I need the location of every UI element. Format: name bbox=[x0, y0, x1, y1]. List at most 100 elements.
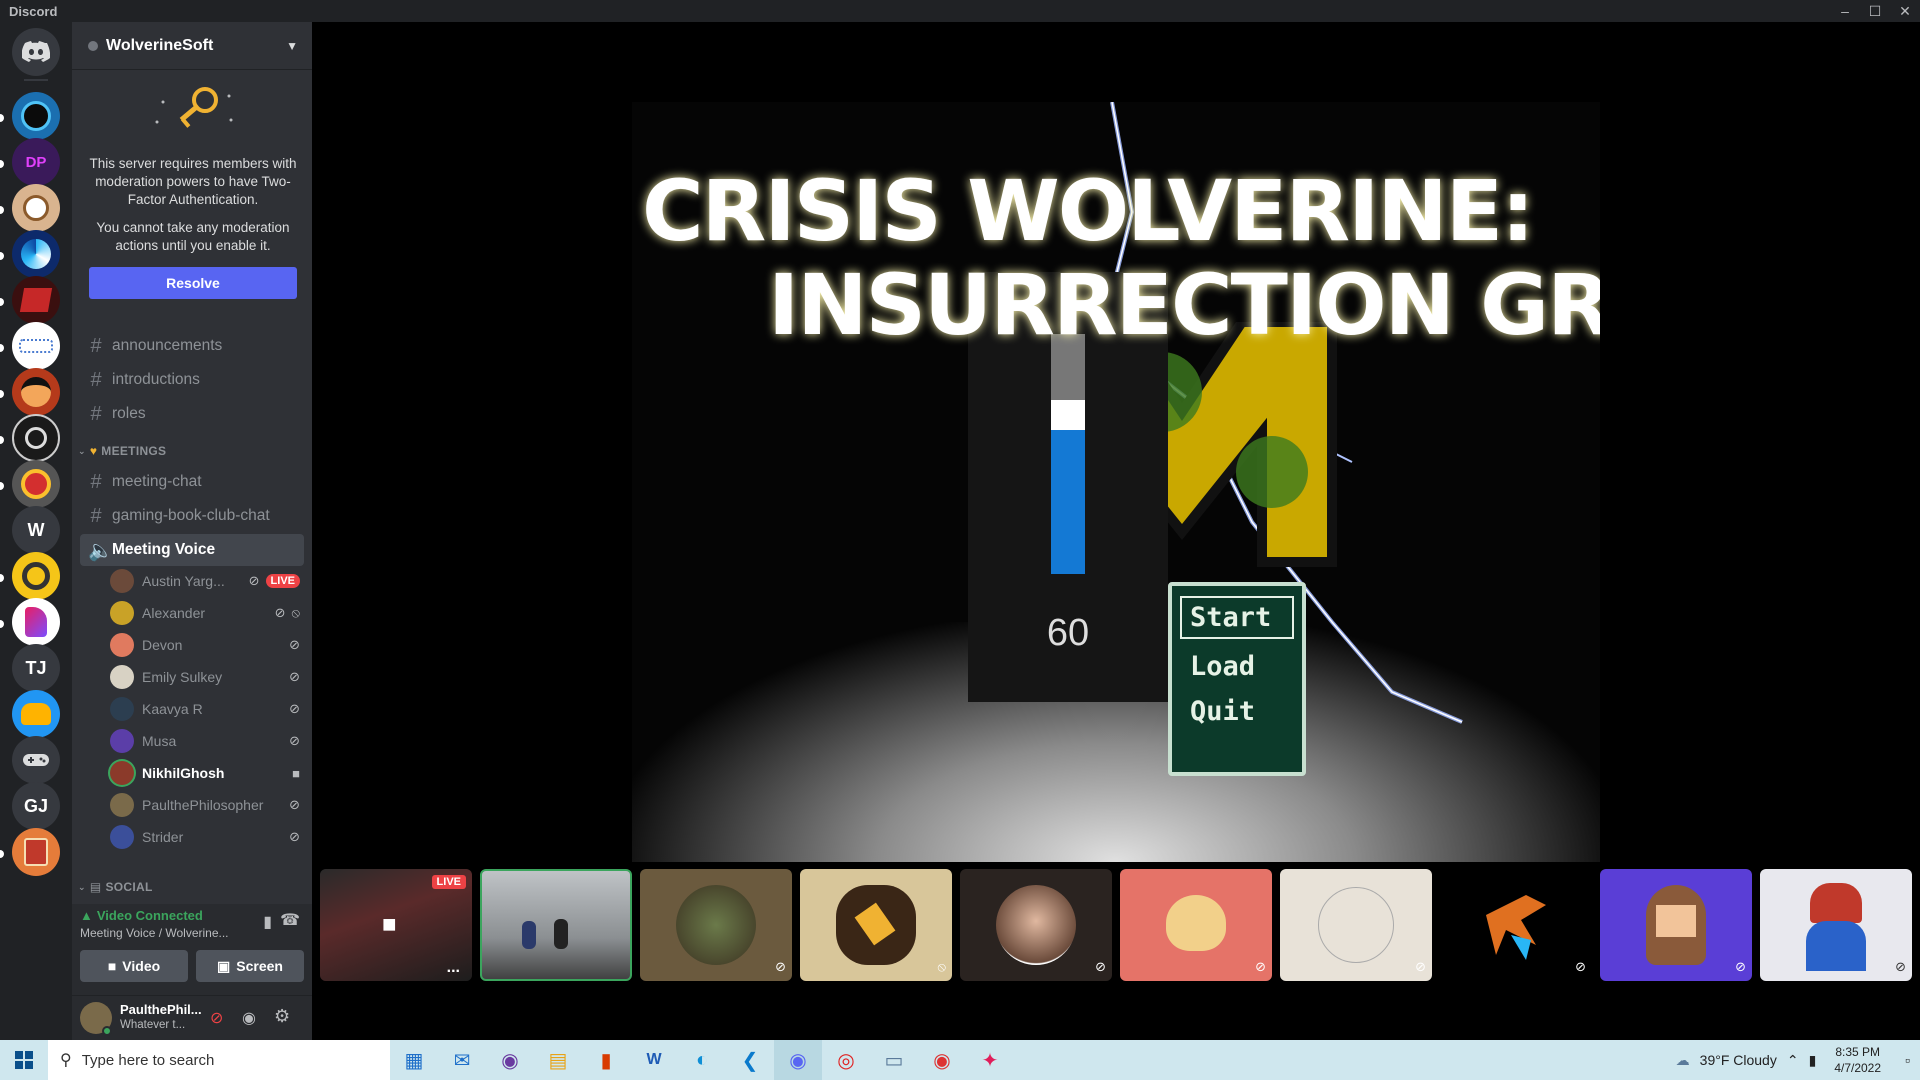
server-icon-tj[interactable]: TJ bbox=[12, 644, 60, 692]
voice-user[interactable]: PaulthePhilosopher ⊘ bbox=[110, 790, 300, 820]
slack-icon[interactable]: ✦ bbox=[966, 1040, 1014, 1080]
user-panel: PaulthePhil... Whatever t... ⊘ ◉ ⚙ bbox=[72, 996, 312, 1040]
tile-participant[interactable]: ⦸ bbox=[800, 869, 952, 981]
disconnect-icon[interactable]: ☎ bbox=[280, 910, 300, 930]
server-icon-7[interactable] bbox=[12, 368, 60, 416]
voice-user[interactable]: Austin Yarg... ⊘ LIVE bbox=[110, 566, 300, 596]
voice-channel-meeting-voice[interactable]: 🔈 Meeting Voice bbox=[80, 534, 304, 566]
clock[interactable]: 8:35 PM 4/7/2022 bbox=[1834, 1044, 1881, 1076]
server-icon-4[interactable] bbox=[12, 230, 60, 278]
notifications-icon[interactable]: ▫ bbox=[1905, 1052, 1910, 1068]
channel-gaming-book-club-chat[interactable]: # gaming-book-club-chat bbox=[80, 500, 304, 532]
github-icon[interactable]: ◉ bbox=[486, 1040, 534, 1080]
channel-announcements[interactable]: # announcements bbox=[80, 330, 304, 362]
live-badge: LIVE bbox=[431, 875, 466, 889]
server-icon-1[interactable] bbox=[12, 92, 60, 140]
menu-start[interactable]: Start bbox=[1180, 596, 1294, 639]
server-icon-8[interactable] bbox=[12, 414, 60, 462]
mail-icon[interactable]: ✉ bbox=[438, 1040, 486, 1080]
server-icon-gj[interactable]: GJ bbox=[12, 782, 60, 830]
maximize-button[interactable]: ☐ bbox=[1860, 0, 1890, 22]
chrome-icon[interactable]: ◉ bbox=[918, 1040, 966, 1080]
voice-user[interactable]: Devon ⊘ bbox=[110, 630, 300, 660]
tile-participant[interactable]: ⊘ bbox=[1120, 869, 1272, 981]
tile-live-stream[interactable]: LIVE ■ ... bbox=[320, 869, 472, 981]
more-icon[interactable]: ... bbox=[447, 959, 460, 977]
server-icon-3[interactable] bbox=[12, 184, 60, 232]
tile-participant[interactable]: ⊘ bbox=[1760, 869, 1912, 981]
menu-load[interactable]: Load bbox=[1180, 647, 1294, 686]
volume-fill bbox=[1051, 430, 1085, 574]
tfa-message-2: You cannot take any moderation actions u… bbox=[96, 220, 290, 253]
game-menu[interactable]: Start Load Quit bbox=[1168, 582, 1306, 776]
channel-roles[interactable]: # roles bbox=[80, 398, 304, 430]
tile-participant[interactable]: ⊘ bbox=[960, 869, 1112, 981]
office-icon[interactable]: ▮ bbox=[582, 1040, 630, 1080]
app-icon[interactable]: ◎ bbox=[822, 1040, 870, 1080]
weather[interactable]: 39°F Cloudy bbox=[1700, 1052, 1777, 1068]
server-icon-12[interactable] bbox=[12, 690, 60, 738]
voice-user[interactable]: Alexander ⊘ ⦸ bbox=[110, 598, 300, 628]
vscode-icon[interactable]: ❮ bbox=[726, 1040, 774, 1080]
tile-camera-video[interactable] bbox=[480, 869, 632, 981]
microphone-icon[interactable]: ▮ bbox=[1809, 1052, 1817, 1069]
screen-icon: ▣ bbox=[217, 957, 231, 974]
folder-icon[interactable]: ▤ bbox=[534, 1040, 582, 1080]
voice-user[interactable]: Kaavya R ⊘ bbox=[110, 694, 300, 724]
gear-icon[interactable]: ⚙ bbox=[274, 1006, 290, 1027]
server-icon-2[interactable]: DP bbox=[12, 138, 60, 186]
signal-icon: ▲ bbox=[80, 908, 93, 923]
discord-home-icon[interactable] bbox=[12, 28, 60, 76]
avatar bbox=[110, 761, 134, 785]
username[interactable]: PaulthePhil... bbox=[120, 1002, 202, 1017]
server-icon-6[interactable] bbox=[12, 322, 60, 370]
server-icon-11[interactable] bbox=[12, 598, 60, 646]
server-icon-5[interactable] bbox=[12, 276, 60, 324]
voice-user[interactable]: Strider ⊘ bbox=[110, 822, 300, 852]
server-icon-10[interactable] bbox=[12, 552, 60, 600]
server-icon-w[interactable]: W bbox=[12, 506, 60, 554]
chevron-up-icon[interactable]: ⌃ bbox=[1787, 1052, 1799, 1069]
controller-icon[interactable] bbox=[12, 736, 60, 784]
cloud-icon: ☁ bbox=[1675, 1051, 1690, 1068]
server-icon-9[interactable] bbox=[12, 460, 60, 508]
server-icon-13[interactable] bbox=[12, 828, 60, 876]
windows-start-button[interactable] bbox=[0, 1040, 48, 1080]
noise-suppression-icon[interactable]: ▮ bbox=[263, 912, 272, 932]
voice-user[interactable]: Musa ⊘ bbox=[110, 726, 300, 756]
app-icon[interactable]: ▭ bbox=[870, 1040, 918, 1080]
connection-status[interactable]: ▲ Video Connected bbox=[80, 908, 203, 923]
resolve-button[interactable]: Resolve bbox=[89, 267, 297, 299]
hash-icon: # bbox=[90, 504, 102, 527]
minimize-button[interactable]: – bbox=[1830, 0, 1860, 22]
mute-mic-icon[interactable]: ⊘ bbox=[210, 1008, 223, 1028]
voice-channel-path[interactable]: Meeting Voice / Wolverine... bbox=[80, 926, 229, 940]
tile-participant[interactable]: ⊘ bbox=[1280, 869, 1432, 981]
headphones-icon[interactable]: ◉ bbox=[242, 1008, 256, 1028]
voice-user[interactable]: Emily Sulkey ⊘ bbox=[110, 662, 300, 692]
stream-video[interactable]: 60 CRISIS WOLVERINE: INSURRECTION GREEN … bbox=[632, 102, 1600, 862]
server-header[interactable]: WolverineSoft ▼ bbox=[72, 22, 312, 70]
edge-icon[interactable]: ◐ bbox=[678, 1040, 726, 1080]
channel-introductions[interactable]: # introductions bbox=[80, 364, 304, 396]
volume-knob[interactable] bbox=[1051, 400, 1085, 430]
screen-share-button[interactable]: ▣ Screen bbox=[196, 950, 304, 982]
close-button[interactable]: ✕ bbox=[1890, 0, 1920, 22]
avatar bbox=[110, 825, 134, 849]
category-meetings[interactable]: ⌄ ♥ MEETINGS bbox=[78, 444, 166, 458]
taskbar-search[interactable]: ⚲ Type here to search bbox=[48, 1040, 390, 1080]
voice-user[interactable]: NikhilGhosh ■ bbox=[110, 758, 300, 788]
tile-participant[interactable]: ⊘ bbox=[1440, 869, 1592, 981]
word-icon[interactable]: W bbox=[630, 1040, 678, 1080]
category-social[interactable]: ⌄ ▤ SOCIAL bbox=[78, 880, 153, 894]
tile-participant[interactable]: ⊘ bbox=[1600, 869, 1752, 981]
store-icon[interactable]: ▦ bbox=[390, 1040, 438, 1080]
discord-taskbar-icon[interactable]: ◉ bbox=[774, 1040, 822, 1080]
chevron-down-icon[interactable]: ▼ bbox=[286, 39, 298, 53]
video-button[interactable]: ■ Video bbox=[80, 950, 188, 982]
menu-quit[interactable]: Quit bbox=[1180, 692, 1294, 731]
tile-participant[interactable]: ⊘ bbox=[640, 869, 792, 981]
server-name: WolverineSoft bbox=[106, 36, 214, 54]
date: 4/7/2022 bbox=[1834, 1061, 1882, 1075]
channel-meeting-chat[interactable]: # meeting-chat bbox=[80, 466, 304, 498]
